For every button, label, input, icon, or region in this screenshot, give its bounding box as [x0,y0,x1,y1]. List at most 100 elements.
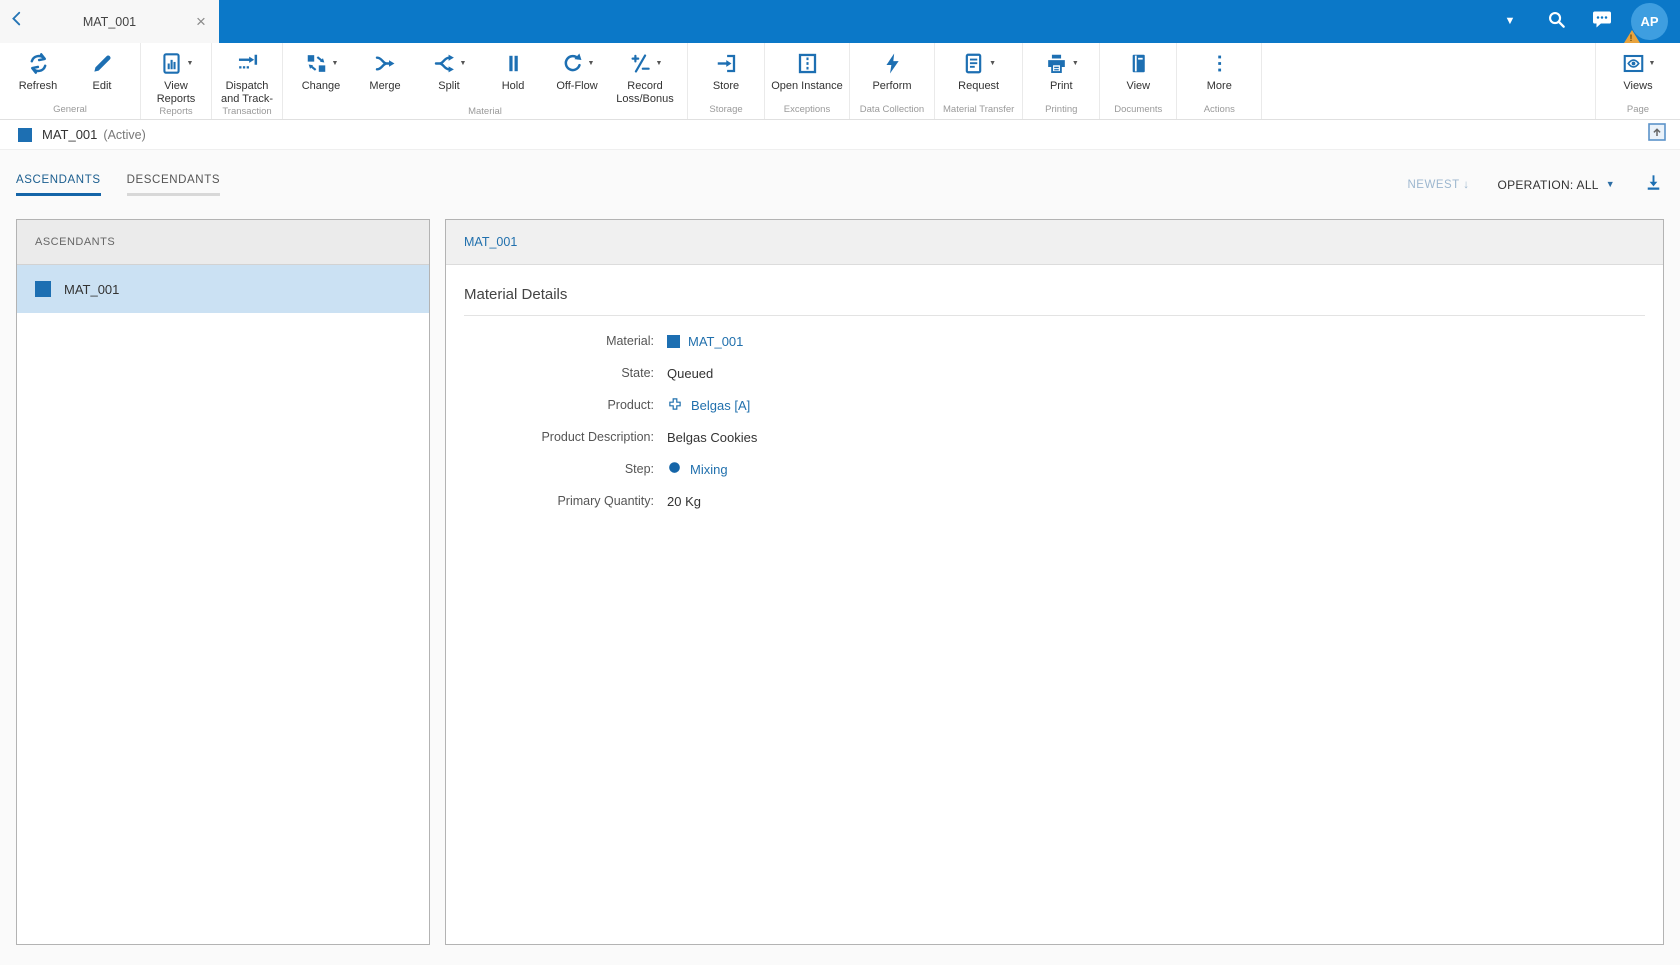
field-material: Material: MAT_001 [606,333,744,349]
tab-descendants[interactable]: DESCENDANTS [126,174,221,196]
toolbar-group-material: ▼ Change Merge ▼ Split Hold ▼ Off-Flow ▼… [283,43,688,119]
vertical-ellipsis-icon [1207,51,1232,76]
chevron-down-icon: ▼ [1605,179,1615,189]
list-item[interactable]: MAT_001 [17,265,429,313]
open-instance-icon [795,51,820,76]
plus-minus-icon [628,51,653,76]
dispatch-and-track-button[interactable]: Dispatch and Track- [218,50,276,106]
chevron-down-icon: ▼ [989,60,997,67]
report-chart-icon [159,51,184,76]
toolbar-group-documents: View Documents [1100,43,1178,119]
views-button[interactable]: ▼ Views [1602,50,1674,104]
chevron-down-icon: ▼ [1504,15,1516,27]
printer-icon [1044,51,1069,76]
tab-close-icon[interactable]: × [183,12,219,32]
topbar-dropdown-button[interactable]: ▼ [1487,0,1533,43]
group-label: Documents [1114,104,1163,115]
material-square-icon [35,281,51,297]
operation-filter-dropdown[interactable]: OPERATION: ALL ▼ [1497,178,1615,192]
back-button[interactable] [0,0,36,43]
chevron-down-icon: ▼ [1648,60,1656,67]
list-controls: NEWEST ↓ OPERATION: ALL ▼ [1407,172,1664,198]
view-reports-button[interactable]: ▼ View Reports [147,50,205,106]
chevron-down-icon: ▼ [587,60,595,67]
store-button[interactable]: Store [694,50,758,104]
avatar-initials: AP [1640,14,1659,29]
group-label: Page [1626,104,1650,115]
dispatch-arrow-icon [235,51,260,76]
details-panel: MAT_001 Material Details Material: MAT_0… [445,219,1664,945]
popout-button[interactable] [1648,123,1666,146]
avatar[interactable]: AP ! [1624,3,1668,43]
field-product: Product: Belgas [A] [607,396,751,415]
download-icon [1643,172,1664,198]
pencil-icon [90,51,115,76]
material-link[interactable]: MAT_001 [688,334,743,349]
tab-ascendants[interactable]: ASCENDANTS [16,174,101,196]
group-label: General [53,104,87,115]
perform-button[interactable]: Perform [856,50,928,104]
refresh-button[interactable]: Refresh [6,50,70,104]
change-button[interactable]: ▼ Change [289,50,353,106]
toolbar-group-transaction: Dispatch and Track- Transaction [212,43,283,119]
refresh-icon [26,51,51,76]
chat-icon [1590,7,1614,36]
search-button[interactable] [1533,0,1579,43]
download-button[interactable] [1643,172,1664,198]
group-label: Exceptions [783,104,831,115]
sort-newest-button[interactable]: NEWEST ↓ [1407,179,1469,191]
toolbar-group-printing: ▼ Print Printing [1023,43,1101,119]
step-circle-icon [667,460,682,478]
sort-arrow-down-icon: ↓ [1463,178,1470,191]
group-label: Storage [709,104,743,115]
product-description-value: Belgas Cookies [667,429,758,445]
toolbar-group-data-collection: Perform Data Collection [850,43,935,119]
group-label: Printing [1045,104,1078,115]
view-documents-button[interactable]: View [1106,50,1170,104]
merge-button[interactable]: Merge [353,50,417,106]
change-swap-icon [304,51,329,76]
lightning-icon [880,51,905,76]
topbar-actions: ▼ AP ! [1487,0,1680,43]
split-icon [432,51,457,76]
state-value: Queued [667,365,714,381]
request-button[interactable]: ▼ Request [943,50,1015,104]
primary-quantity-value: 20 Kg [667,493,701,509]
record-loss-bonus-button[interactable]: ▼ Record Loss/Bonus [609,50,681,106]
record-title: MAT_001 [42,127,98,142]
field-step: Step: Mixing [624,460,728,478]
toolbar-group-exceptions: Open Instance Exceptions [765,43,850,119]
open-instance-button[interactable]: Open Instance [771,50,843,104]
chevron-down-icon: ▼ [331,60,339,67]
product-link[interactable]: Belgas [A] [691,398,750,413]
group-label: Transaction [222,105,272,117]
group-label: Actions [1203,104,1235,115]
undo-arrow-icon [560,51,585,76]
edit-button[interactable]: Edit [70,50,134,104]
toolbar-group-material-transfer: ▼ Request Material Transfer [935,43,1024,119]
product-cross-icon [667,396,683,415]
back-chevron-icon [8,8,28,35]
off-flow-button[interactable]: ▼ Off-Flow [545,50,609,106]
document-tab[interactable]: MAT_001 × [0,0,219,43]
details-panel-header: MAT_001 [446,220,1663,265]
split-button[interactable]: ▼ Split [417,50,481,106]
view-tab-strip: ASCENDANTS DESCENDANTS NEWEST ↓ OPERATIO… [0,150,1680,219]
pause-icon [501,51,526,76]
material-square-icon [667,334,680,348]
section-title: Material Details [464,286,568,303]
chat-button[interactable] [1579,0,1625,43]
tab-title: MAT_001 [82,14,137,29]
chevron-down-icon: ▼ [186,60,194,67]
chevron-down-icon: ▼ [1071,60,1079,67]
group-label: Reports [159,105,193,117]
hold-button[interactable]: Hold [481,50,545,106]
tabs: ASCENDANTS DESCENDANTS [16,174,221,196]
step-link[interactable]: Mixing [690,462,728,477]
more-button[interactable]: More [1183,50,1255,104]
eye-icon [1621,51,1646,76]
details-panel-body: Material Details Material: MAT_001 State… [446,265,1663,517]
print-button[interactable]: ▼ Print [1029,50,1093,104]
chevron-down-icon: ▼ [655,60,663,67]
detail-fields: Material: MAT_001 State: Queued Product: [464,316,1645,517]
